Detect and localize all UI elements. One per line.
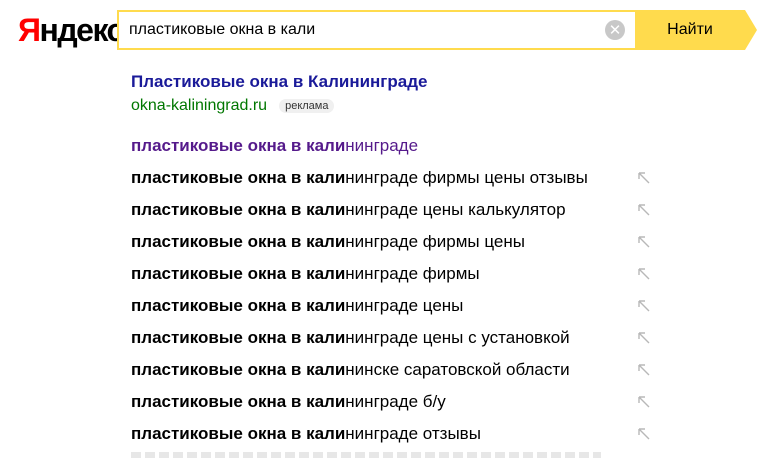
suggestion-rest: нинграде [345,136,419,155]
suggestion-typed: пластиковые окна в кали [131,232,346,251]
suggestion-typed: пластиковые окна в кали [131,424,346,443]
fill-suggestion-arrow-icon[interactable] [637,331,651,345]
ad-badge: реклама [279,99,335,113]
suggestion-text: пластиковые окна в калининграде цены кал… [131,200,566,220]
suggestion-typed: пластиковые окна в кали [131,168,346,187]
suggestion-text: пластиковые окна в калининске саратовско… [131,360,570,380]
suggestion-rest: нинграде цены с установкой [345,328,570,347]
suggestion-rest: нинграде отзывы [345,424,481,443]
suggestion-text: пластиковые окна в калининграде фирмы [131,264,480,284]
fill-suggestion-arrow-icon[interactable] [637,203,651,217]
suggestion-item[interactable]: пластиковые окна в калининграде б/у [131,386,661,418]
suggestion-text: пластиковые окна в калининграде б/у [131,392,446,412]
find-button[interactable]: Найти [635,10,757,50]
yandex-logo[interactable]: Яндекс [18,10,125,50]
ad-meta: okna-kaliningrad.ru реклама [131,95,427,117]
suggestion-item[interactable]: пластиковые окна в калининграде цены кал… [131,194,661,226]
suggestion-typed: пластиковые окна в кали [131,264,346,283]
fill-suggestion-arrow-icon[interactable] [637,427,651,441]
fill-suggestion-arrow-icon[interactable] [637,395,651,409]
suggestion-text: пластиковые окна в калининграде цены с у… [131,328,570,348]
suggestion-typed: пластиковые окна в кали [131,136,346,155]
search-form: ✕ Найти [117,10,757,50]
suggestion-rest: нинграде фирмы [345,264,480,283]
suggestion-rest: нинграде цены калькулятор [345,200,566,219]
suggestion-text: пластиковые окна в калининграде отзывы [131,424,481,444]
fill-suggestion-arrow-icon[interactable] [637,299,651,313]
suggestion-rest: нинграде цены [345,296,464,315]
logo-rest: ндекс [39,12,125,48]
suggestion-text: пластиковые окна в калининграде цены [131,296,463,316]
fill-suggestion-arrow-icon[interactable] [637,363,651,377]
suggestion-item[interactable]: пластиковые окна в калининграде цены [131,290,661,322]
suggestion-typed: пластиковые окна в кали [131,328,346,347]
suggestion-text: пластиковые окна в калининграде фирмы це… [131,232,525,252]
fill-suggestion-arrow-icon[interactable] [637,171,651,185]
suggestion-typed: пластиковые окна в кали [131,296,346,315]
suggestion-list: пластиковые окна в калининграде пластико… [131,130,661,450]
next-suggestion-cut-off [131,452,601,458]
suggestion-item[interactable]: пластиковые окна в калининграде фирмы [131,258,661,290]
suggestion-typed: пластиковые окна в кали [131,360,346,379]
suggestion-item[interactable]: пластиковые окна в калининграде отзывы [131,418,661,450]
fill-suggestion-arrow-icon[interactable] [637,267,651,281]
ad-title[interactable]: Пластиковые окна в Калининграде [131,70,427,94]
suggestion-rest: нинграде фирмы цены отзывы [345,168,588,187]
logo-first-letter: Я [18,12,41,48]
suggestion-rest: нинграде б/у [345,392,446,411]
suggestion-item[interactable]: пластиковые окна в калининске саратовско… [131,354,661,386]
suggestion-text: пластиковые окна в калининграде [131,136,418,156]
ad-suggestion[interactable]: Пластиковые окна в Калининграде okna-kal… [131,70,427,117]
suggestion-item[interactable]: пластиковые окна в калининграде фирмы це… [131,226,661,258]
suggestion-typed: пластиковые окна в кали [131,200,346,219]
clear-icon[interactable]: ✕ [605,20,625,40]
suggestion-text: пластиковые окна в калининграде фирмы це… [131,168,588,188]
search-input[interactable] [119,12,605,48]
suggestion-item[interactable]: пластиковые окна в калининграде [131,130,661,162]
suggestion-rest: нинграде фирмы цены [345,232,525,251]
suggestion-item[interactable]: пластиковые окна в калининграде цены с у… [131,322,661,354]
fill-suggestion-arrow-icon[interactable] [637,235,651,249]
suggestion-rest: нинске саратовской области [345,360,570,379]
ad-url[interactable]: okna-kaliningrad.ru [131,95,267,117]
search-box: ✕ [117,10,635,50]
suggestion-typed: пластиковые окна в кали [131,392,346,411]
suggestion-item[interactable]: пластиковые окна в калининграде фирмы це… [131,162,661,194]
